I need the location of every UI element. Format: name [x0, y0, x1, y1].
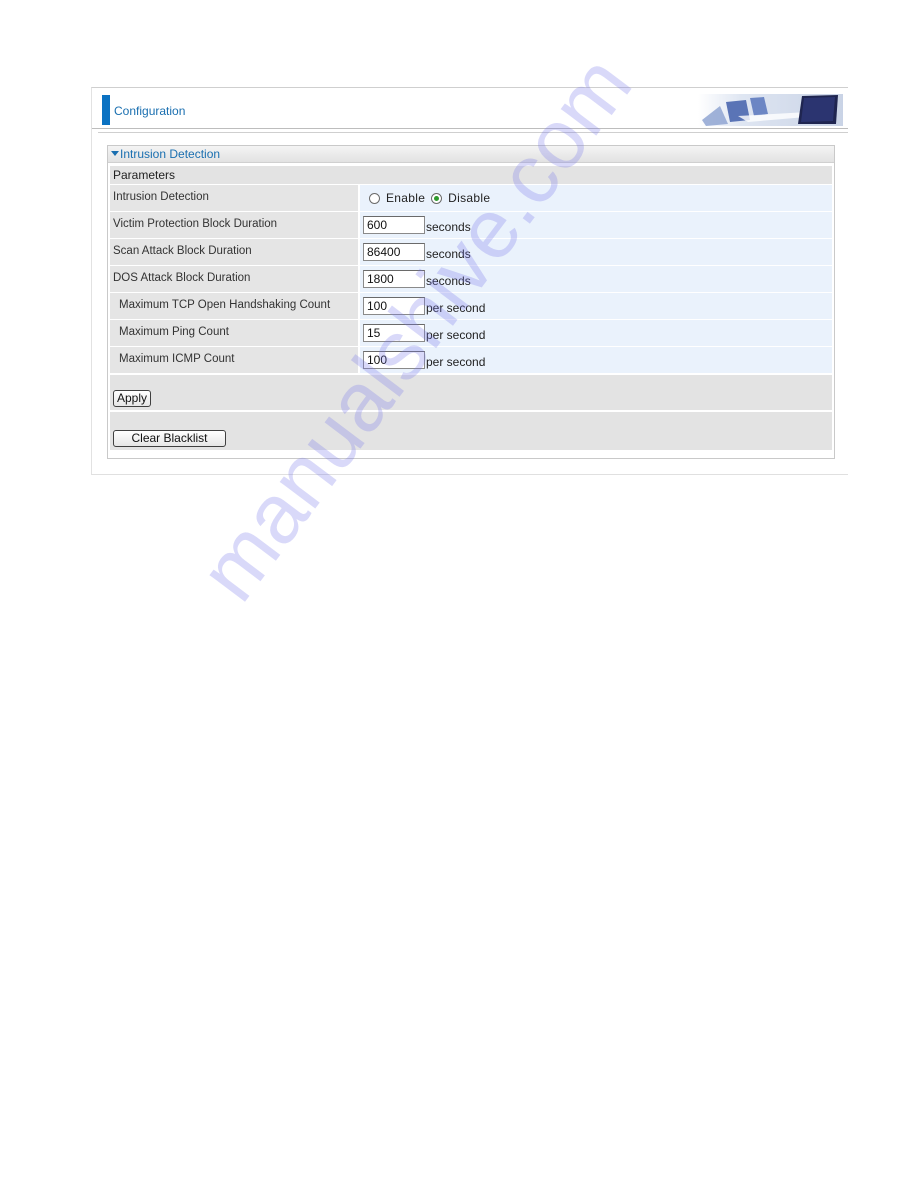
dos-attack-duration-input[interactable] [363, 270, 425, 288]
disable-radio-label: Disable [448, 191, 491, 205]
header-divider [98, 132, 848, 133]
disable-radio-option[interactable]: Disable [431, 191, 490, 205]
row-label: Maximum ICMP Count [110, 347, 358, 373]
row-value: per second [360, 347, 832, 373]
unit-label: seconds [426, 274, 471, 288]
unit-label: seconds [426, 220, 471, 234]
row-value: seconds [360, 212, 832, 238]
unit-label: per second [426, 301, 486, 315]
panel-title: Intrusion Detection [120, 147, 221, 161]
disable-radio[interactable] [431, 192, 443, 204]
intrusion-detection-row: Intrusion Detection Enable Disable [110, 185, 832, 211]
max-icmp-row: Maximum ICMP Count per second [110, 347, 832, 373]
row-label: Maximum TCP Open Handshaking Count [110, 293, 358, 319]
enable-radio-label: Enable [386, 191, 426, 205]
unit-label: per second [426, 328, 486, 342]
apply-row: Apply [110, 375, 832, 410]
header-accent-bar [102, 95, 110, 125]
row-value: Enable Disable [360, 185, 832, 211]
max-icmp-input[interactable] [363, 351, 425, 369]
unit-label: seconds [426, 247, 471, 261]
row-value: per second [360, 293, 832, 319]
apply-button[interactable]: Apply [113, 390, 152, 407]
unit-label: per second [426, 355, 486, 369]
row-label: Scan Attack Block Duration [110, 239, 358, 265]
row-label: DOS Attack Block Duration [110, 266, 358, 292]
victim-protection-duration-input[interactable] [363, 216, 425, 234]
office-banner-icon [698, 94, 843, 126]
victim-protection-row: Victim Protection Block Duration seconds [110, 212, 832, 238]
collapse-caret-icon[interactable] [111, 151, 119, 156]
row-value: seconds [360, 239, 832, 265]
max-ping-input[interactable] [363, 324, 425, 342]
configuration-frame: Configuration Intrusion Detection Parame… [91, 87, 848, 475]
configuration-header: Configuration [92, 88, 848, 129]
max-tcp-handshaking-row: Maximum TCP Open Handshaking Count per s… [110, 293, 832, 319]
scan-attack-duration-input[interactable] [363, 243, 425, 261]
page-title: Configuration [114, 104, 186, 118]
row-label: Intrusion Detection [110, 185, 358, 211]
panel-header[interactable]: Intrusion Detection [108, 146, 834, 163]
clear-blacklist-row: Clear Blacklist [110, 412, 832, 450]
enable-radio-option[interactable]: Enable [369, 191, 425, 205]
clear-blacklist-button[interactable]: Clear Blacklist [113, 430, 226, 447]
row-value: per second [360, 320, 832, 346]
max-ping-row: Maximum Ping Count per second [110, 320, 832, 346]
scan-attack-row: Scan Attack Block Duration seconds [110, 239, 832, 265]
parameters-heading: Parameters [110, 166, 832, 184]
row-value: seconds [360, 266, 832, 292]
intrusion-detection-panel: Intrusion Detection Parameters Intrusion… [107, 145, 835, 459]
dos-attack-row: DOS Attack Block Duration seconds [110, 266, 832, 292]
row-label: Victim Protection Block Duration [110, 212, 358, 238]
row-label: Maximum Ping Count [110, 320, 358, 346]
max-tcp-handshaking-input[interactable] [363, 297, 425, 315]
enable-radio[interactable] [369, 192, 380, 204]
